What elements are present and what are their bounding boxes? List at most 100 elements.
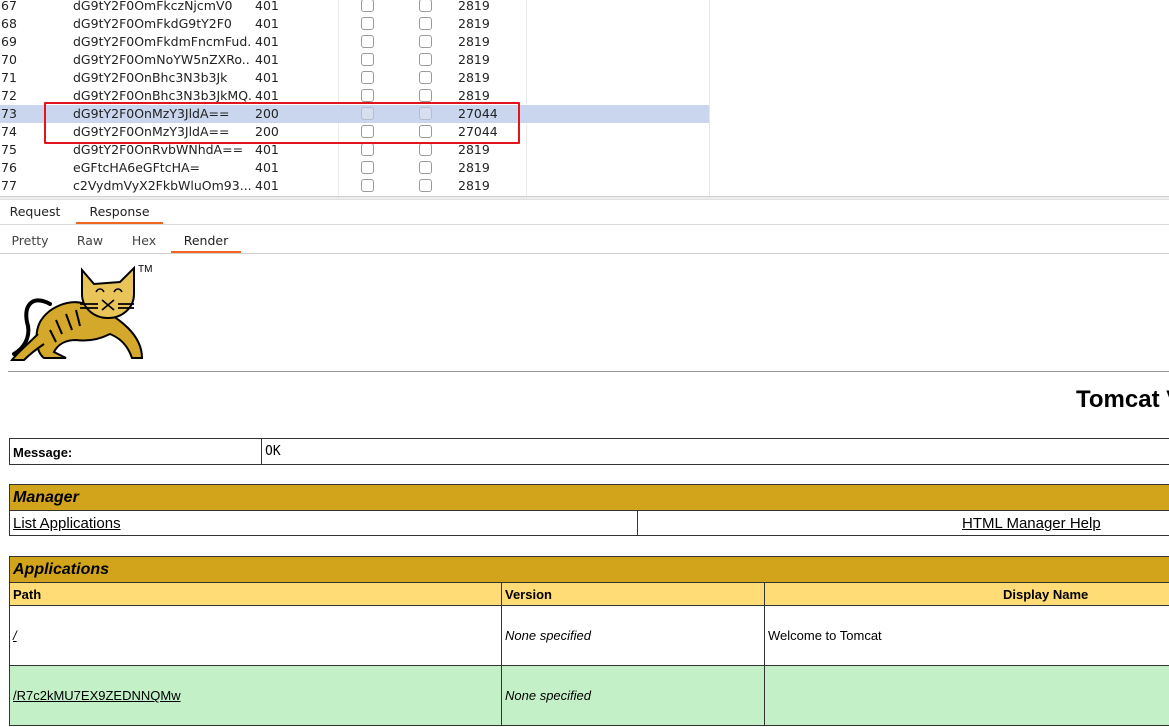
app-display-name-cell [764,665,1169,726]
error-checkbox[interactable] [361,0,374,12]
row-payload: dG9tY2F0OmFkdmFncmFud... [73,34,251,49]
horizontal-rule [8,371,1169,372]
row-length: 2819 [458,70,490,85]
app-path-cell: /R7c2kMU7EX9ZEDNNQMw [9,665,502,726]
timeout-checkbox[interactable] [419,17,432,30]
timeout-checkbox[interactable] [419,143,432,156]
timeout-checkbox[interactable] [419,179,432,192]
row-status: 200 [255,124,279,139]
row-status: 401 [255,142,279,157]
intruder-results-table[interactable]: 67 dG9tY2F0OmFkczNjcmV0 401 2819 68 dG9t… [0,0,1169,196]
app-path-cell: / [9,605,502,666]
error-checkbox[interactable] [361,71,374,84]
row-number: 77 [1,178,17,193]
row-number: 71 [1,70,17,85]
request-response-tabs: Request Response [0,200,1169,225]
row-number: 69 [1,34,17,49]
timeout-checkbox[interactable] [419,0,432,12]
app-version: None specified [505,688,591,703]
row-status: 401 [255,34,279,49]
error-checkbox[interactable] [361,17,374,30]
table-row[interactable]: 69 dG9tY2F0OmFkdmFncmFud... 401 2819 [0,33,709,51]
row-payload: dG9tY2F0OnMzY3JldA== [73,106,230,121]
timeout-checkbox[interactable] [419,125,432,138]
row-number: 76 [1,160,17,175]
path-header-label: Path [13,587,42,602]
row-number: 67 [1,0,17,13]
error-checkbox[interactable] [361,53,374,66]
error-checkbox[interactable] [361,161,374,174]
error-checkbox[interactable] [361,89,374,102]
list-applications-link[interactable]: List Applications [13,515,121,532]
applications-header-cell: Applications [9,556,1169,583]
table-row[interactable]: 70 dG9tY2F0OmNoYW5nZXRo... 401 2819 [0,51,709,69]
table-row[interactable]: 76 eGFtcHA6eGFtcHA= 401 2819 [0,159,709,177]
timeout-checkbox[interactable] [419,89,432,102]
row-payload: dG9tY2F0OmNoYW5nZXRo... [73,52,251,67]
manager-header-cell: Manager [9,484,1169,511]
row-length: 27044 [458,124,498,139]
tab-raw[interactable]: Raw [68,233,112,253]
row-number: 74 [1,124,17,139]
app-path-link[interactable]: /R7c2kMU7EX9ZEDNNQMw [13,688,181,703]
timeout-checkbox[interactable] [419,53,432,66]
results-table-body[interactable]: 67 dG9tY2F0OmFkczNjcmV0 401 2819 68 dG9t… [0,0,709,196]
timeout-checkbox[interactable] [419,161,432,174]
row-length: 2819 [458,52,490,67]
display-name-header-label: Display Name [1003,587,1089,602]
error-checkbox[interactable] [361,107,374,120]
row-payload: dG9tY2F0OnBhc3N3b3JkMQ... [73,88,251,103]
row-length: 27044 [458,106,498,121]
table-row[interactable]: 75 dG9tY2F0OnRvbWNhdA== 401 2819 [0,141,709,159]
app-version: None specified [505,628,591,643]
app-version-cell: None specified [501,665,765,726]
error-checkbox[interactable] [361,143,374,156]
manager-list-cell: List Applications [9,510,638,536]
tomcat-logo: TM [9,264,156,362]
display-name-column-header: Display Name [764,582,1169,606]
row-length: 2819 [458,178,490,193]
tab-render[interactable]: Render [171,233,241,253]
tab-pretty[interactable]: Pretty [2,233,58,253]
timeout-checkbox[interactable] [419,35,432,48]
row-payload: dG9tY2F0OnRvbWNhdA== [73,142,244,157]
html-manager-help-link[interactable]: HTML Manager Help [962,515,1101,532]
row-status: 401 [255,70,279,85]
row-number: 75 [1,142,17,157]
table-row[interactable]: 68 dG9tY2F0OmFkdG9tY2F0 401 2819 [0,15,709,33]
table-row[interactable]: 74 dG9tY2F0OnMzY3JldA== 200 27044 [0,123,709,141]
error-checkbox[interactable] [361,35,374,48]
row-payload: eGFtcHA6eGFtcHA= [73,160,201,175]
message-value: OK [265,444,281,459]
timeout-checkbox[interactable] [419,107,432,120]
app-display-name: Welcome to Tomcat [768,628,882,643]
table-row[interactable]: 71 dG9tY2F0OnBhc3N3b3Jk 401 2819 [0,69,709,87]
message-label: Message: [13,445,73,460]
results-empty-area [709,0,1169,196]
app-path-link[interactable]: / [13,628,17,643]
tab-hex[interactable]: Hex [122,233,166,253]
error-checkbox[interactable] [361,125,374,138]
table-row[interactable]: 72 dG9tY2F0OnBhc3N3b3JkMQ... 401 2819 [0,87,709,105]
rendered-response: TM Tomcat V Message: OK Manager List App… [0,254,1169,727]
applications-header: Applications [13,561,110,578]
table-row-selected[interactable]: 73 dG9tY2F0OnMzY3JldA== 200 27044 [0,105,709,123]
row-status: 401 [255,16,279,31]
table-row[interactable]: 67 dG9tY2F0OmFkczNjcmV0 401 2819 [0,0,709,15]
table-row[interactable]: 77 c2VydmVyX2FkbWluOm93... 401 2819 [0,177,709,195]
message-label-cell: Message: [9,438,262,465]
error-checkbox[interactable] [361,179,374,192]
row-status: 401 [255,160,279,175]
timeout-checkbox[interactable] [419,71,432,84]
row-status: 401 [255,88,279,103]
manager-help-cell: HTML Manager Help [637,510,1169,536]
row-payload: dG9tY2F0OnBhc3N3b3Jk [73,70,228,85]
trademark-label: TM [138,264,153,275]
row-number: 73 [1,106,17,121]
tab-request[interactable]: Request [4,204,66,224]
row-length: 2819 [458,160,490,175]
tab-response[interactable]: Response [76,204,163,224]
manager-header: Manager [13,489,79,506]
version-header-label: Version [505,587,552,602]
row-status: 401 [255,52,279,67]
